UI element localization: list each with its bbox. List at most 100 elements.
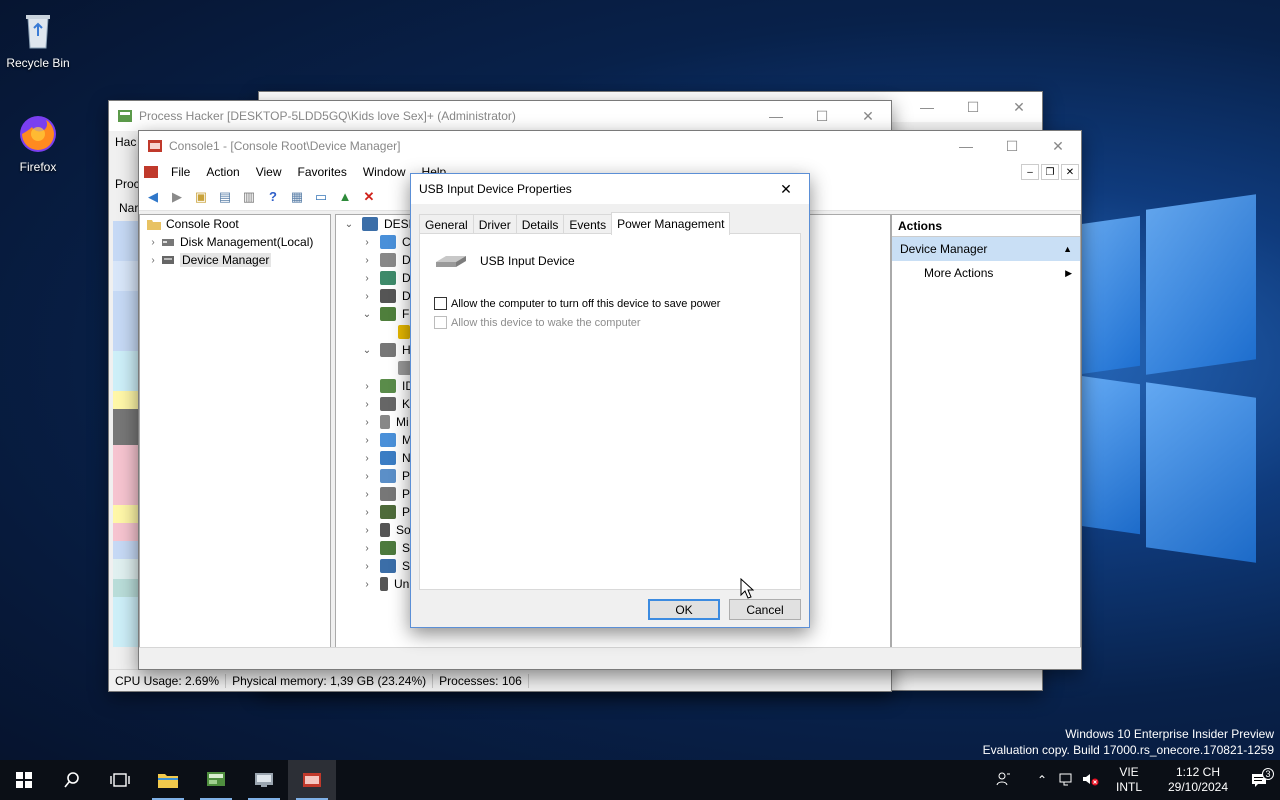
expand-arrow-icon[interactable]: › [146, 237, 160, 248]
start-button[interactable] [0, 760, 48, 800]
taskbar-file-explorer[interactable] [144, 760, 192, 800]
task-view-button[interactable] [96, 760, 144, 800]
usb-properties-dialog[interactable]: USB Input Device Properties ✕ General Dr… [410, 173, 810, 628]
sound-icon [380, 523, 390, 537]
search-button[interactable] [48, 760, 96, 800]
collapse-arrow-icon[interactable]: ⌄ [354, 345, 380, 356]
floppy-controller-icon [380, 307, 396, 321]
menu-favorites[interactable]: Favorites [290, 165, 355, 179]
actions-section-device-manager[interactable]: Device Manager ▲ [892, 237, 1080, 261]
expand-arrow-icon[interactable]: › [354, 435, 380, 446]
dialog-tabs: General Driver Details Events Power Mana… [419, 212, 731, 235]
maximize-button[interactable]: ☐ [799, 101, 845, 131]
action-pane-icon[interactable]: ▦ [287, 187, 307, 207]
dvd-drive-icon [380, 289, 396, 303]
menu-action[interactable]: Action [198, 165, 247, 179]
expand-arrow-icon[interactable]: › [354, 561, 380, 572]
expand-arrow-icon[interactable]: › [354, 579, 380, 590]
expand-arrow-icon[interactable]: › [354, 489, 380, 500]
collapse-arrow-icon[interactable]: ⌄ [354, 309, 380, 320]
menu-window[interactable]: Window [355, 165, 414, 179]
menu-view[interactable]: View [248, 165, 290, 179]
tab-driver[interactable]: Driver [472, 214, 517, 235]
up-folder-icon[interactable]: ▣ [191, 187, 211, 207]
system-clock[interactable]: 1:12 CH 29/10/2024 [1162, 765, 1234, 795]
show-hidden-icons-chevron-icon[interactable]: ⌃ [1030, 773, 1054, 787]
desktop-icon-firefox[interactable]: Firefox [0, 112, 76, 174]
expand-arrow-icon[interactable]: › [354, 525, 380, 536]
close-button[interactable]: ✕ [845, 101, 891, 131]
expand-arrow-icon[interactable]: › [354, 417, 380, 428]
help-icon[interactable]: ? [263, 187, 283, 207]
watermark-build: Evaluation copy. Build 17000.rs_onecore.… [982, 743, 1274, 757]
mdi-minimize-button[interactable]: – [1021, 164, 1039, 180]
maximize-button[interactable]: ☐ [950, 92, 996, 122]
tab-general[interactable]: General [419, 214, 474, 235]
update-driver-icon[interactable]: ▲ [335, 187, 355, 207]
minimize-button[interactable]: — [904, 92, 950, 122]
input-language-indicator[interactable]: VIE INTL [1110, 765, 1148, 795]
expand-arrow-icon[interactable]: › [354, 507, 380, 518]
show-hide-tree-icon[interactable]: ▤ [215, 187, 235, 207]
more-actions-item[interactable]: More Actions ▶ [892, 261, 1080, 285]
close-button[interactable]: ✕ [996, 92, 1042, 122]
network-icon[interactable] [1054, 771, 1078, 790]
tab-events[interactable]: Events [563, 214, 613, 235]
collapse-up-icon[interactable]: ▲ [1063, 244, 1072, 254]
process-hacker-menu-fragment[interactable]: Hac [115, 135, 136, 149]
mdi-close-button[interactable]: ✕ [1061, 164, 1079, 180]
allow-turn-off-checkbox[interactable] [434, 297, 447, 310]
process-hacker-column-fragment[interactable]: Nar [119, 201, 138, 215]
mdi-restore-button[interactable]: ❐ [1041, 164, 1059, 180]
forward-arrow-icon[interactable]: ▶ [167, 187, 187, 207]
expand-arrow-icon[interactable]: › [354, 273, 380, 284]
allow-turn-off-option[interactable]: Allow the computer to turn off this devi… [434, 297, 720, 310]
back-arrow-icon[interactable]: ◀ [143, 187, 163, 207]
close-button[interactable]: ✕ [763, 174, 809, 204]
watermark-edition: Windows 10 Enterprise Insider Preview [1065, 727, 1274, 741]
tree-item-disk-management[interactable]: › Disk Management(Local) [140, 233, 330, 251]
expand-arrow-icon[interactable]: › [146, 255, 160, 266]
menu-file[interactable]: File [163, 165, 198, 179]
scan-hardware-icon[interactable]: ▭ [311, 187, 331, 207]
desktop-icon-recycle-bin[interactable]: Recycle Bin [0, 8, 76, 70]
uninstall-device-icon[interactable]: ✕ [359, 187, 379, 207]
expand-arrow-icon[interactable]: › [354, 471, 380, 482]
taskbar-device-manager[interactable] [240, 760, 288, 800]
process-hacker-tab-fragment[interactable]: Proc [115, 177, 140, 191]
computer-icon [380, 235, 396, 249]
taskbar-process-hacker[interactable] [192, 760, 240, 800]
expand-arrow-icon[interactable]: › [354, 255, 380, 266]
close-button[interactable]: ✕ [1035, 131, 1081, 161]
maximize-button[interactable]: ☐ [989, 131, 1035, 161]
expand-arrow-icon[interactable]: › [354, 453, 380, 464]
people-icon[interactable] [992, 771, 1016, 790]
mdi-controls: – ❐ ✕ [1021, 164, 1081, 180]
allow-turn-off-label: Allow the computer to turn off this devi… [451, 297, 721, 310]
mmc-icon [303, 773, 321, 787]
mmc-icon [148, 140, 162, 152]
expand-arrow-icon[interactable]: › [354, 237, 380, 248]
volume-muted-icon[interactable] [1078, 771, 1102, 790]
action-center-button[interactable]: 3 [1240, 768, 1280, 788]
minimize-button[interactable]: — [943, 131, 989, 161]
folder-icon [147, 220, 161, 230]
display-adapter-icon [380, 271, 396, 285]
minimize-button[interactable]: — [753, 101, 799, 131]
tree-item-device-manager[interactable]: › Device Manager [140, 251, 330, 269]
submenu-arrow-icon: ▶ [1065, 267, 1072, 278]
ok-button[interactable]: OK [648, 599, 720, 620]
expand-arrow-icon[interactable]: › [354, 543, 380, 554]
tab-power-management[interactable]: Power Management [611, 212, 731, 235]
taskbar-mmc-console[interactable] [288, 760, 336, 800]
tab-details[interactable]: Details [515, 214, 565, 235]
properties-icon[interactable]: ▥ [239, 187, 259, 207]
expand-arrow-icon[interactable]: › [354, 399, 380, 410]
collapse-arrow-icon[interactable]: ⌄ [336, 219, 362, 230]
expand-arrow-icon[interactable]: › [354, 291, 380, 302]
cancel-button[interactable]: Cancel [729, 599, 801, 620]
tree-item-console-root[interactable]: Console Root [140, 215, 330, 233]
expand-arrow-icon[interactable]: › [354, 381, 380, 392]
ide-controller-icon [380, 379, 396, 393]
disk-management-icon [162, 239, 174, 246]
